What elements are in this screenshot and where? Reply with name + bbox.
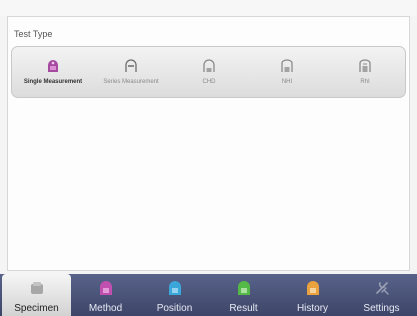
specimen-icon <box>30 282 43 294</box>
test-type-label: Series Measurement <box>103 79 159 85</box>
test-type-nhi[interactable]: NHI <box>248 47 326 97</box>
tab-label: Settings <box>363 303 400 314</box>
history-icon <box>306 281 319 295</box>
test-type-chd[interactable]: CHD <box>170 47 248 97</box>
tab-result[interactable]: Result <box>209 274 278 316</box>
single-measurement-icon <box>48 60 58 72</box>
tab-label: Specimen <box>14 303 59 314</box>
chd-icon <box>203 59 215 72</box>
section-title: Test Type <box>14 29 53 39</box>
test-type-label: NHI <box>281 79 293 85</box>
test-type-series-measurement[interactable]: Series Measurement <box>92 47 170 97</box>
test-type-label: Single Measurement <box>23 79 83 85</box>
tab-label: Position <box>156 303 193 314</box>
bottom-tab-bar: Specimen Method Position Result History … <box>0 274 417 316</box>
nhi-icon <box>281 59 293 72</box>
tab-settings[interactable]: Settings <box>347 274 416 316</box>
app-window: Test Type Single Measurement Series Meas… <box>0 0 417 316</box>
tab-label: Method <box>88 303 123 314</box>
tab-history[interactable]: History <box>278 274 347 316</box>
test-type-selector: Single Measurement Series Measurement CH… <box>11 46 406 98</box>
test-type-label: RhI <box>360 79 370 85</box>
test-type-rhi[interactable]: RhI <box>326 47 404 97</box>
top-strip <box>0 0 417 16</box>
tab-method[interactable]: Method <box>71 274 140 316</box>
settings-icon <box>375 282 389 295</box>
method-icon <box>99 281 112 295</box>
series-measurement-icon <box>125 59 137 72</box>
result-icon <box>237 281 250 295</box>
position-icon <box>168 281 181 295</box>
rhi-icon <box>359 59 371 72</box>
tab-label: History <box>296 303 329 314</box>
test-type-panel: Test Type Single Measurement Series Meas… <box>7 16 410 271</box>
tab-specimen[interactable]: Specimen <box>2 274 71 316</box>
tab-label: Result <box>229 303 258 314</box>
test-type-single-measurement[interactable]: Single Measurement <box>14 47 92 97</box>
test-type-label: CHD <box>202 79 216 85</box>
tab-position[interactable]: Position <box>140 274 209 316</box>
